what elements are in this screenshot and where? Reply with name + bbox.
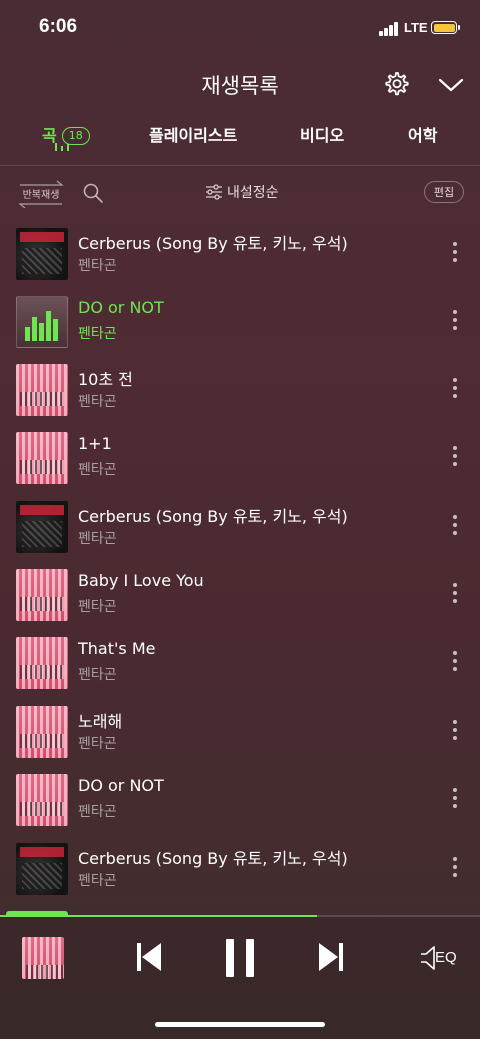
track-row[interactable]: Cerberus (Song By 유토, 키노, 우석) 펜타곤: [0, 843, 480, 911]
track-row[interactable]: Baby I Love You 펜타곤: [0, 569, 480, 637]
more-options-icon[interactable]: [450, 378, 460, 402]
track-artist: 펜타곤: [78, 394, 117, 410]
album-art: [16, 432, 68, 484]
mini-player-album-art[interactable]: [22, 937, 64, 979]
more-options-icon[interactable]: [450, 857, 460, 881]
track-artist: 펜타곤: [78, 667, 117, 683]
track-title: DO or NOT: [78, 776, 164, 795]
track-row[interactable]: 1+1 펜타곤: [0, 432, 480, 500]
track-row[interactable]: 노래해 펜타곤: [0, 706, 480, 774]
track-row[interactable]: Cerberus (Song By 유토, 키노, 우석) 펜타곤: [0, 501, 480, 569]
track-title: 10초 전: [78, 370, 133, 389]
more-options-icon[interactable]: [450, 242, 460, 266]
album-art: [16, 774, 68, 826]
album-art: [16, 501, 68, 553]
more-options-icon[interactable]: [450, 446, 460, 470]
tab-bar: 곡 18 플레이리스트 비디오 어학: [0, 122, 480, 162]
tab-playlists[interactable]: 플레이리스트: [149, 122, 237, 146]
eq-button[interactable]: EQ: [418, 943, 460, 973]
tab-songs[interactable]: 곡 18: [42, 122, 90, 146]
track-title: Cerberus (Song By 유토, 키노, 우석): [78, 234, 348, 253]
sort-label: 내설정순: [227, 185, 279, 201]
more-options-icon[interactable]: [450, 515, 460, 539]
track-title: That's Me: [78, 639, 156, 658]
track-title: Cerberus (Song By 유토, 키노, 우석): [78, 849, 348, 868]
track-title: DO or NOT: [78, 298, 164, 317]
battery-icon: [431, 21, 460, 34]
track-artist: 펜타곤: [78, 736, 117, 752]
track-title: Baby I Love You: [78, 571, 204, 590]
more-options-icon[interactable]: [450, 310, 460, 334]
home-indicator[interactable]: [155, 1022, 325, 1027]
previous-track-icon[interactable]: [136, 942, 162, 972]
more-options-icon[interactable]: [450, 651, 460, 675]
network-label: LTE: [404, 20, 428, 35]
mini-player: EQ: [0, 917, 480, 1039]
chevron-down-icon[interactable]: [437, 75, 465, 95]
signal-icon: [379, 22, 401, 36]
tab-language[interactable]: 어학: [408, 122, 437, 146]
sort-button[interactable]: 내설정순: [205, 182, 279, 204]
album-art: [16, 228, 68, 280]
track-artist: 펜타곤: [78, 258, 117, 274]
tab-videos[interactable]: 비디오: [300, 122, 344, 146]
divider: [0, 165, 480, 166]
status-time: 6:06: [39, 16, 78, 37]
track-artist: 펜타곤: [78, 462, 117, 478]
repeat-label: 반복재생: [22, 190, 60, 201]
next-track-icon[interactable]: [318, 942, 344, 972]
playlist-toolbar: 반복재생 내설정순 편집: [0, 176, 480, 208]
more-options-icon[interactable]: [450, 720, 460, 744]
album-art: [16, 569, 68, 621]
track-artist: 펜타곤: [78, 531, 117, 547]
track-title: 1+1: [78, 434, 112, 453]
album-art-now-playing: [16, 296, 68, 348]
edit-button[interactable]: 편집: [424, 181, 464, 203]
track-row[interactable]: That's Me 펜타곤: [0, 637, 480, 705]
song-count-badge: 18: [61, 127, 90, 145]
status-bar: 6:06 LTE: [0, 0, 480, 58]
track-title: Cerberus (Song By 유토, 키노, 우석): [78, 507, 348, 526]
sort-sliders-icon: [206, 184, 222, 200]
album-art: [16, 637, 68, 689]
repeat-button[interactable]: 반복재생: [16, 180, 66, 208]
track-row[interactable]: DO or NOT 펜타곤: [0, 774, 480, 842]
album-art: [16, 843, 68, 895]
more-options-icon[interactable]: [450, 788, 460, 812]
pause-icon[interactable]: [224, 938, 256, 978]
album-art: [16, 706, 68, 758]
track-row[interactable]: 10초 전 펜타곤: [0, 364, 480, 432]
track-artist: 펜타곤: [78, 873, 117, 889]
track-artist: 펜타곤: [78, 599, 117, 615]
track-title: 노래해: [78, 712, 123, 731]
track-row[interactable]: Cerberus (Song By 유토, 키노, 우석) 펜타곤: [0, 228, 480, 296]
track-row[interactable]: DO or NOT 펜타곤: [0, 296, 480, 364]
search-icon[interactable]: [82, 182, 104, 204]
gear-icon[interactable]: [383, 71, 409, 97]
more-options-icon[interactable]: [450, 583, 460, 607]
album-art: [16, 364, 68, 416]
track-artist: 펜타곤: [78, 326, 117, 342]
eq-label: EQ: [435, 949, 457, 966]
track-artist: 펜타곤: [78, 804, 117, 820]
